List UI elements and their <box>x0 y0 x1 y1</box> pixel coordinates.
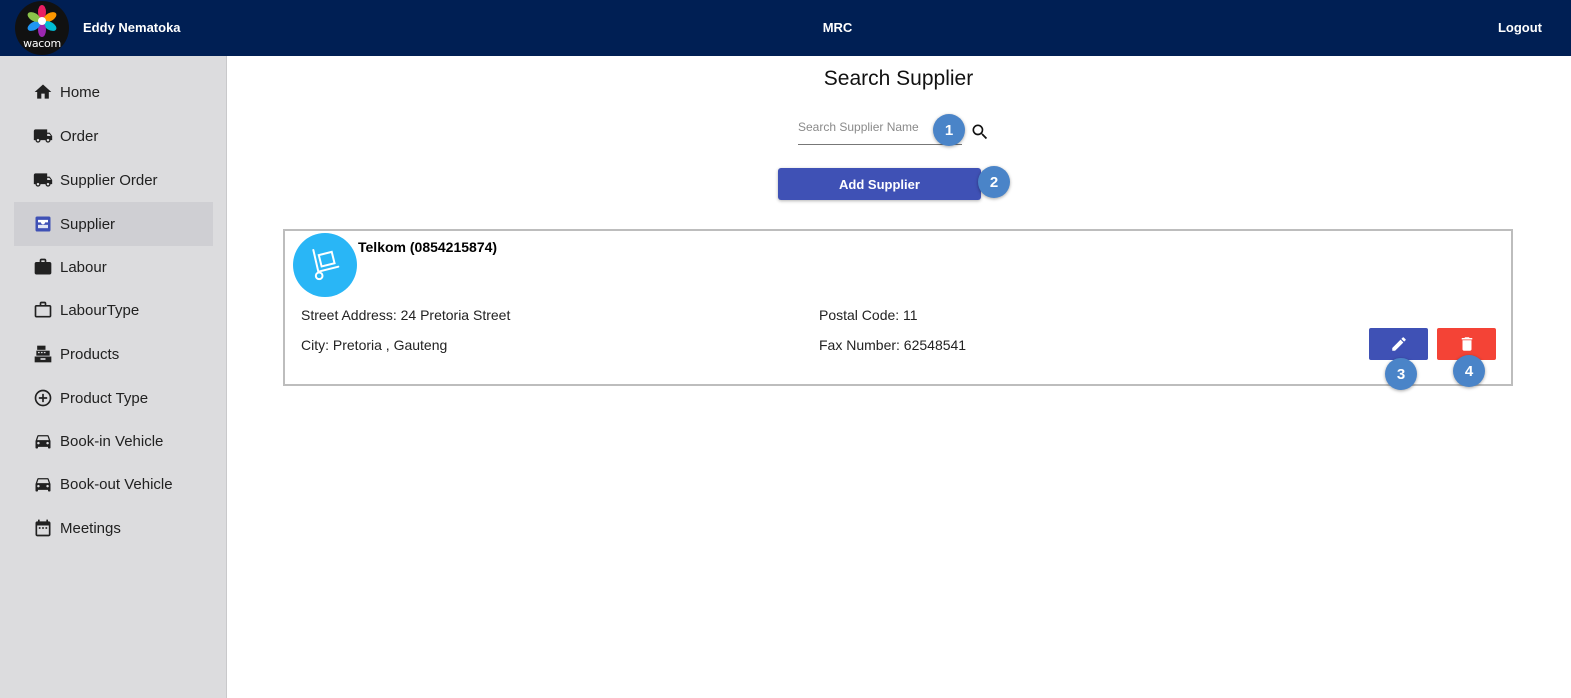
supplier-fax-number: Fax Number: 62548541 <box>819 337 967 353</box>
annotation-marker-2: 2 <box>978 166 1010 198</box>
search-icon[interactable] <box>970 122 990 142</box>
sidebar-item-label: Labour <box>60 258 107 276</box>
cash-register-icon <box>33 344 53 364</box>
sidebar-item-label: Supplier Order <box>60 171 158 189</box>
logout-button[interactable]: Logout <box>1498 20 1542 35</box>
truck-icon <box>33 126 53 146</box>
briefcase-outline-icon <box>33 300 53 320</box>
sidebar: Home Order Supplier Order Supplier Labou… <box>0 56 227 698</box>
sidebar-item-book-out-vehicle[interactable]: Book-out Vehicle <box>14 462 213 506</box>
sidebar-item-supplier-order[interactable]: Supplier Order <box>14 158 213 202</box>
sidebar-item-order[interactable]: Order <box>14 114 213 158</box>
pencil-icon <box>1391 337 1406 351</box>
sidebar-item-label: Products <box>60 345 120 363</box>
sidebar-item-label: Order <box>60 127 99 145</box>
supplier-city: City: Pretoria , Gauteng <box>301 337 448 353</box>
car-icon <box>33 431 53 451</box>
supplier-postal-code: Postal Code: 11 <box>819 307 918 323</box>
sidebar-item-labour[interactable]: Labour <box>14 245 213 289</box>
add-supplier-button[interactable]: Add Supplier <box>778 168 981 200</box>
sidebar-item-label: Home <box>60 83 101 101</box>
sidebar-item-products[interactable]: Products <box>14 332 213 376</box>
sidebar-item-product-type[interactable]: Product Type <box>14 376 213 420</box>
home-icon <box>33 82 53 102</box>
inbox-icon <box>33 214 53 234</box>
sidebar-item-book-in-vehicle[interactable]: Book-in Vehicle <box>14 419 213 463</box>
sidebar-item-label: Product Type <box>60 389 149 407</box>
page-title: Search Supplier <box>823 67 974 90</box>
sidebar-item-labourtype[interactable]: LabourType <box>14 288 213 332</box>
supplier-avatar <box>293 233 357 297</box>
sidebar-item-label: Meetings <box>60 519 121 537</box>
sidebar-item-label: Book-out Vehicle <box>60 475 173 493</box>
hand-truck-icon <box>312 249 340 281</box>
calendar-icon <box>33 518 53 538</box>
truck-icon <box>33 170 53 190</box>
logo-text: wacom <box>23 37 61 50</box>
sidebar-item-label: Supplier <box>60 215 116 233</box>
supplier-street-address: Street Address: 24 Pretoria Street <box>301 307 511 323</box>
sidebar-item-label: LabourType <box>60 301 140 319</box>
annotation-marker-3: 3 <box>1385 358 1417 390</box>
add-circle-icon <box>33 388 53 408</box>
briefcase-icon <box>33 257 53 277</box>
sidebar-item-meetings[interactable]: Meetings <box>14 506 213 550</box>
annotation-marker-1: 1 <box>933 114 965 146</box>
car-icon <box>33 474 53 494</box>
sidebar-item-home[interactable]: Home <box>14 70 213 114</box>
top-bar: wacom Eddy Nematoka MRC Logout <box>0 0 1571 56</box>
sidebar-item-supplier[interactable]: Supplier <box>14 202 213 246</box>
sidebar-item-label: Book-in Vehicle <box>60 432 164 450</box>
edit-supplier-button[interactable] <box>1369 328 1428 360</box>
annotation-marker-4: 4 <box>1453 355 1485 387</box>
app-title: MRC <box>822 20 853 35</box>
search-input[interactable] <box>798 120 948 134</box>
supplier-name: Telkom (0854215874) <box>358 239 498 255</box>
trash-icon <box>1461 337 1472 351</box>
